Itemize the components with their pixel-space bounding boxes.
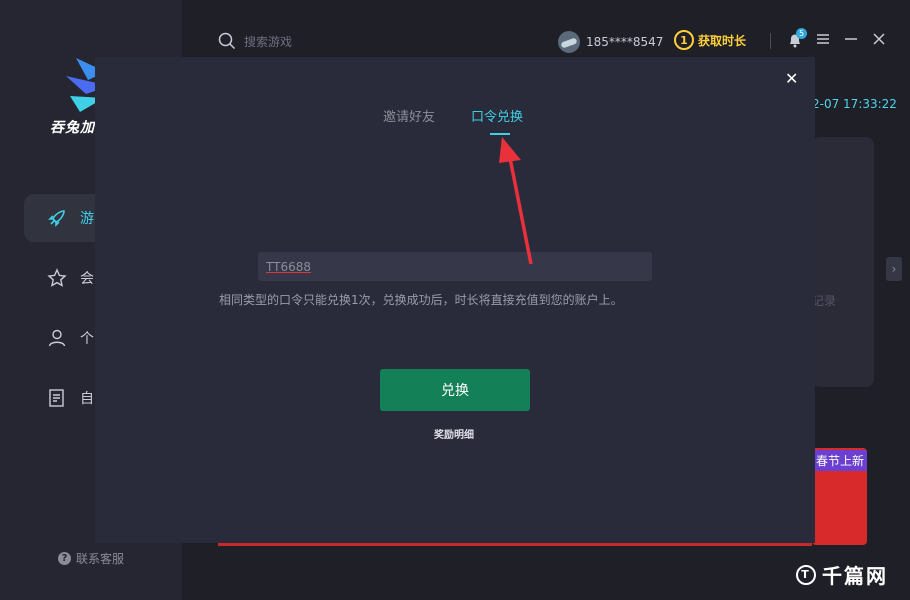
sidebar-item-label: 自 [80, 391, 94, 407]
menu-icon [817, 34, 829, 44]
close-window-button[interactable] [873, 32, 885, 48]
get-time-label: 获取时长 [698, 33, 747, 48]
close-icon [873, 33, 885, 45]
user-phone: 185****8547 [586, 35, 664, 49]
watermark-text: 千篇网 [822, 564, 888, 588]
sidebar-item-label: 游 [80, 211, 94, 227]
promo-banner[interactable]: 春节上新 [812, 448, 867, 545]
logo-text: 吞兔加 [50, 120, 95, 136]
rocket-icon [46, 207, 68, 229]
redeem-button[interactable]: 兑换 [380, 369, 530, 411]
user-account[interactable]: 185****8547 [558, 31, 663, 53]
avatar [558, 31, 580, 53]
reward-details-link[interactable]: 奖励明细 [434, 426, 474, 441]
sidebar-item-label: 个 [80, 331, 94, 347]
notification-count-badge: 5 [796, 28, 807, 39]
carousel-next-button[interactable]: › [886, 257, 902, 281]
redeem-dialog: ✕ 邀请好友 口令兑换 相同类型的口令只能兑换1次，兑换成功后，时长将直接充值到… [95, 57, 815, 543]
redeem-hint-text: 相同类型的口令只能兑换1次，兑换成功后，时长将直接充值到您的账户上。 [219, 293, 623, 307]
watermark: T 千篇网 [796, 560, 888, 589]
tab-code-redeem[interactable]: 口令兑换 [471, 106, 523, 125]
minimize-icon [845, 38, 857, 40]
watermark-logo-icon: T [796, 564, 816, 585]
menu-button[interactable] [817, 32, 829, 48]
background-text: 记录 [812, 294, 837, 308]
sidebar-item-label: 会 [80, 271, 94, 287]
contact-service-label: 联系客服 [76, 552, 125, 566]
search-icon [218, 32, 236, 50]
search-box[interactable]: 搜索游戏 [218, 32, 292, 50]
active-tab-indicator [490, 133, 510, 135]
get-time-button[interactable]: 1 获取时长 [674, 30, 746, 50]
user-icon [46, 327, 68, 349]
search-placeholder: 搜索游戏 [244, 34, 293, 49]
datetime-text: 2-07 17:33:22 [812, 97, 897, 111]
chevron-right-icon: › [891, 262, 897, 276]
tab-invite-friends[interactable]: 邀请好友 [383, 106, 435, 125]
minimize-button[interactable] [845, 32, 857, 48]
dialog-close-button[interactable]: ✕ [785, 69, 798, 88]
background-card [812, 137, 874, 387]
star-icon [46, 267, 68, 289]
divider [770, 33, 771, 49]
banner-label: 春节上新 [812, 450, 867, 471]
redeem-code-input[interactable] [258, 252, 652, 281]
document-icon [46, 387, 68, 409]
notification-button[interactable]: 5 [788, 28, 807, 52]
question-icon: ? [58, 552, 71, 565]
coin-icon: 1 [674, 30, 694, 50]
contact-service-link[interactable]: ? 联系客服 [58, 550, 124, 567]
